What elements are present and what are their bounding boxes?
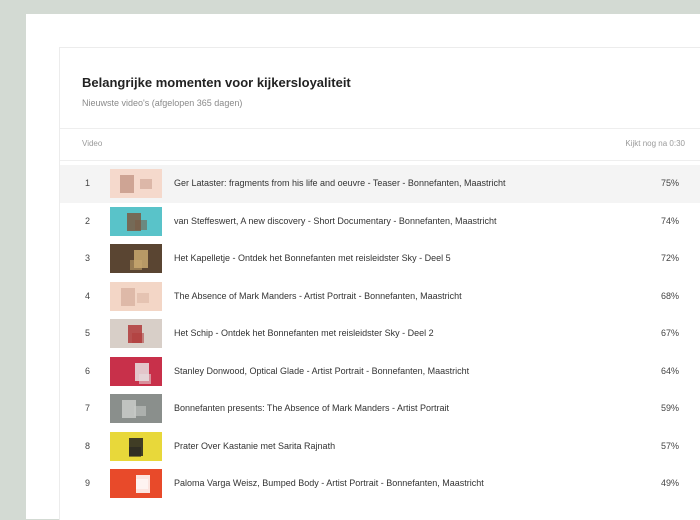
video-thumbnail[interactable] <box>110 319 162 348</box>
video-thumbnail[interactable] <box>110 356 162 386</box>
row-rank: 4 <box>85 290 91 301</box>
video-title-link[interactable]: The Absence of Mark Manders - Artist Por… <box>174 291 634 301</box>
retention-card: Belangrijke momenten voor kijkersloyalit… <box>59 47 700 520</box>
video-thumbnail[interactable] <box>110 244 162 273</box>
video-title-link[interactable]: Ger Lataster: fragments from his life an… <box>174 178 634 188</box>
video-thumbnail[interactable] <box>110 169 162 198</box>
row-rank: 9 <box>85 478 91 488</box>
card-subtitle: Nieuwste video's (afgelopen 365 dagen) <box>82 98 243 108</box>
retention-value: 64% <box>660 365 679 376</box>
row-rank: 3 <box>85 253 91 263</box>
retention-value: 57% <box>660 440 679 451</box>
row-rank: 8 <box>85 440 91 451</box>
video-title-link[interactable]: Bonnefanten presents: The Absence of Mar… <box>174 403 634 413</box>
table-row[interactable]: 3 Het Kapelletje - Ontdek het Bonnefanten… <box>60 240 700 278</box>
table-row[interactable]: 8 Prater Over Kastanie met Sarita Rajnath… <box>60 428 700 466</box>
column-header-video: Video <box>82 139 103 148</box>
card-title: Belangrijke momenten voor kijkersloyalit… <box>82 75 351 90</box>
row-rank: 5 <box>85 328 91 338</box>
row-rank: 2 <box>85 215 91 226</box>
retention-value: 59% <box>660 403 679 413</box>
column-header-retention[interactable]: Kijkt nog na 0:30 <box>625 139 685 148</box>
video-title-link[interactable]: Paloma Varga Weisz, Bumped Body - Artist… <box>174 478 634 488</box>
table-row[interactable]: 1 Ger Lataster: fragments from his life a… <box>60 165 700 203</box>
retention-value: 74% <box>660 215 679 226</box>
retention-value: 67% <box>660 328 679 338</box>
video-thumbnail[interactable] <box>110 281 162 311</box>
row-rank: 7 <box>85 403 91 413</box>
video-title-link[interactable]: Stanley Donwood, Optical Glade - Artist … <box>174 366 634 376</box>
table-row[interactable]: 6 Stanley Donwood, Optical Glade - Artist… <box>60 353 700 391</box>
row-rank: 1 <box>85 178 91 188</box>
video-title-link[interactable]: Het Schip - Ontdek het Bonnefanten met r… <box>174 328 634 338</box>
retention-value: 75% <box>660 178 679 188</box>
video-thumbnail[interactable] <box>110 431 162 461</box>
table-row[interactable]: 7 Bonnefanten presents: The Absence of Ma… <box>60 390 700 428</box>
retention-value: 68% <box>660 290 679 301</box>
video-thumbnail[interactable] <box>110 394 162 423</box>
video-thumbnail[interactable] <box>110 469 162 498</box>
video-title-link[interactable]: Prater Over Kastanie met Sarita Rajnath <box>174 441 634 451</box>
table-row[interactable]: 4 The Absence of Mark Manders - Artist Po… <box>60 278 700 316</box>
retention-value: 72% <box>660 253 679 263</box>
retention-value: 49% <box>660 478 679 488</box>
table-row[interactable]: 9 Paloma Varga Weisz, Bumped Body - Artis… <box>60 465 700 503</box>
row-rank: 6 <box>85 365 91 376</box>
video-thumbnail[interactable] <box>110 206 162 236</box>
table-header: Video Kijkt nog na 0:30 <box>60 128 700 161</box>
table-row[interactable]: 5 Het Schip - Ontdek het Bonnefanten met … <box>60 315 700 353</box>
page-frame: Belangrijke momenten voor kijkersloyalit… <box>26 14 700 520</box>
video-title-link[interactable]: Het Kapelletje - Ontdek het Bonnefanten … <box>174 253 634 263</box>
table-row[interactable]: 2 van Steffeswert, A new discovery - Shor… <box>60 203 700 241</box>
video-title-link[interactable]: van Steffeswert, A new discovery - Short… <box>174 216 634 226</box>
video-list: 1 Ger Lataster: fragments from his life a… <box>60 165 700 503</box>
